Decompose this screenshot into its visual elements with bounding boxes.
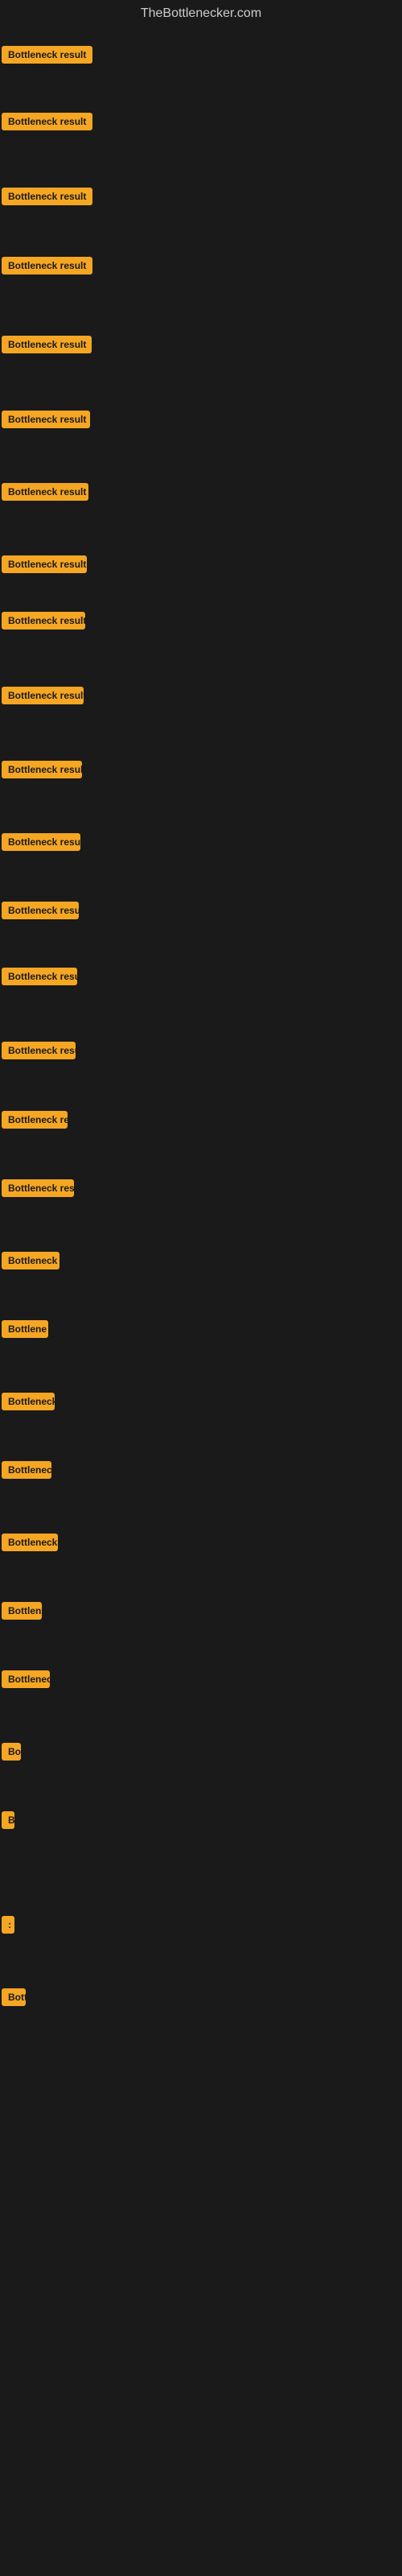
- list-item[interactable]: Bottleneck r: [2, 1393, 55, 1414]
- bottleneck-badge: Bottleneck result: [2, 411, 90, 428]
- bottleneck-badge: Bottleneck re: [2, 1111, 68, 1129]
- bottleneck-badge: Bottleneck: [2, 1670, 50, 1688]
- list-item[interactable]: Bottleneck re: [2, 1111, 68, 1133]
- bottleneck-badge: Bottleneck result: [2, 336, 92, 353]
- list-item[interactable]: Bottleneck resul: [2, 1179, 74, 1201]
- bottleneck-badge: Bottleneck result: [2, 483, 88, 501]
- list-item[interactable]: Bottleneck r: [2, 1252, 59, 1274]
- list-item[interactable]: Bott: [2, 1988, 26, 2010]
- bottleneck-badge: Bott: [2, 1988, 26, 2006]
- bottleneck-badge: Bottleneck: [2, 1461, 51, 1479]
- bottleneck-badge: B: [2, 1811, 14, 1829]
- site-title: TheBottlenecker.com: [0, 0, 402, 27]
- bottleneck-badge: Bottleneck result: [2, 833, 80, 851]
- list-item[interactable]: Bottleneck result: [2, 188, 92, 209]
- bottleneck-badge: Bottleneck result: [2, 257, 92, 275]
- bottleneck-badge: Bottleneck result: [2, 902, 79, 919]
- bottleneck-badge: Bottleneck result: [2, 188, 92, 205]
- bottleneck-badge: Bottleneck result: [2, 1042, 76, 1059]
- bottleneck-badge: Bottleneck result: [2, 761, 82, 778]
- bottleneck-badge: Bottleneck result: [2, 968, 77, 985]
- list-item[interactable]: Bottlen: [2, 1602, 42, 1624]
- bottleneck-badge: :: [2, 1916, 14, 1934]
- bottleneck-badge: Bottleneck result: [2, 113, 92, 130]
- list-item[interactable]: Bo: [2, 1743, 21, 1765]
- list-item[interactable]: Bottleneck: [2, 1670, 50, 1692]
- bottleneck-badge: Bottleneck r: [2, 1252, 59, 1269]
- bottleneck-badge: Bottleneck r: [2, 1393, 55, 1410]
- list-item[interactable]: Bottleneck result: [2, 555, 87, 577]
- bottleneck-badge: Bottleneck result: [2, 687, 84, 704]
- list-item[interactable]: Bottleneck result: [2, 257, 92, 279]
- list-item[interactable]: Bottleneck result: [2, 483, 88, 505]
- list-item[interactable]: Bottleneck result: [2, 113, 92, 134]
- list-item[interactable]: Bottleneck result: [2, 612, 85, 634]
- bottleneck-badge: Bottlen: [2, 1602, 42, 1620]
- bottleneck-badge: Bottleneck result: [2, 555, 87, 573]
- bottleneck-badge: Bottleneck re: [2, 1534, 58, 1551]
- list-item[interactable]: Bottleneck result: [2, 46, 92, 68]
- bottleneck-badge: Bottlene: [2, 1320, 48, 1338]
- list-item[interactable]: Bottleneck result: [2, 411, 90, 432]
- bottleneck-badge: Bottleneck result: [2, 612, 85, 630]
- list-item[interactable]: Bottleneck result: [2, 902, 79, 923]
- list-item[interactable]: :: [2, 1916, 14, 1938]
- list-item[interactable]: B: [2, 1811, 14, 1833]
- list-item[interactable]: Bottleneck result: [2, 687, 84, 708]
- list-item[interactable]: Bottleneck result: [2, 1042, 76, 1063]
- list-item[interactable]: Bottlene: [2, 1320, 48, 1342]
- list-item[interactable]: Bottleneck result: [2, 833, 80, 855]
- list-item[interactable]: Bottleneck re: [2, 1534, 58, 1555]
- list-item[interactable]: Bottleneck: [2, 1461, 51, 1483]
- bottleneck-badge: Bottleneck result: [2, 46, 92, 64]
- list-item[interactable]: Bottleneck result: [2, 968, 77, 989]
- bottleneck-badge: Bo: [2, 1743, 21, 1761]
- list-item[interactable]: Bottleneck result: [2, 761, 82, 782]
- bottleneck-badge: Bottleneck resul: [2, 1179, 74, 1197]
- list-item[interactable]: Bottleneck result: [2, 336, 92, 357]
